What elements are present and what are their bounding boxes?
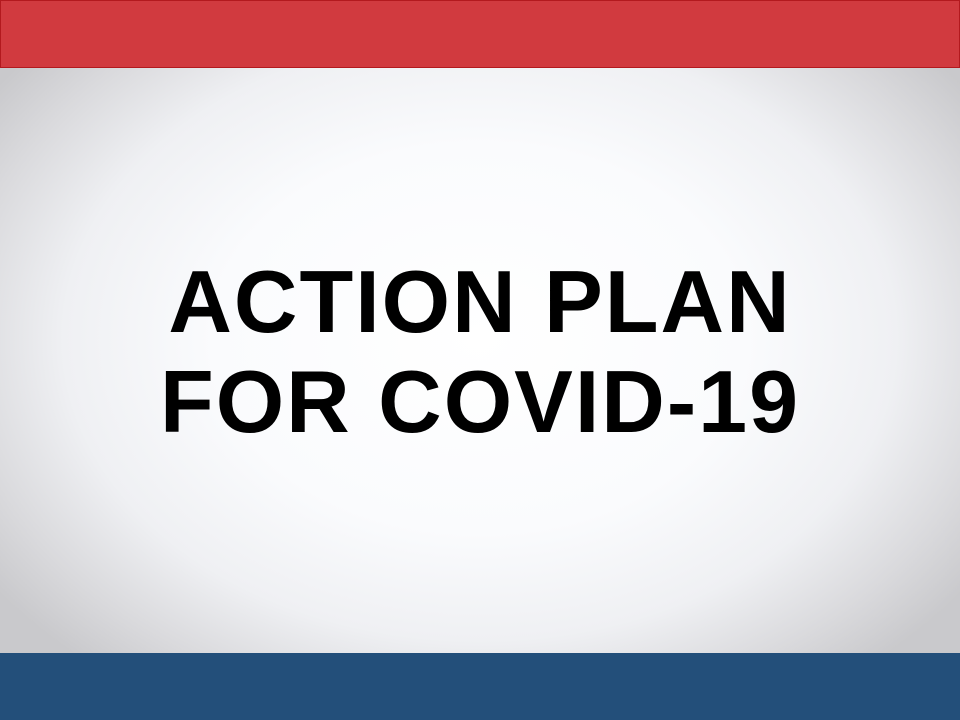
- slide: ACTION PLAN FOR COVID-19: [0, 0, 960, 720]
- bottom-blue-banner: [0, 653, 960, 720]
- title-line-1: ACTION PLAN: [168, 252, 792, 351]
- title-line-2: FOR COVID-19: [159, 352, 801, 451]
- top-red-banner: [0, 0, 960, 68]
- slide-title: ACTION PLAN FOR COVID-19: [0, 252, 960, 452]
